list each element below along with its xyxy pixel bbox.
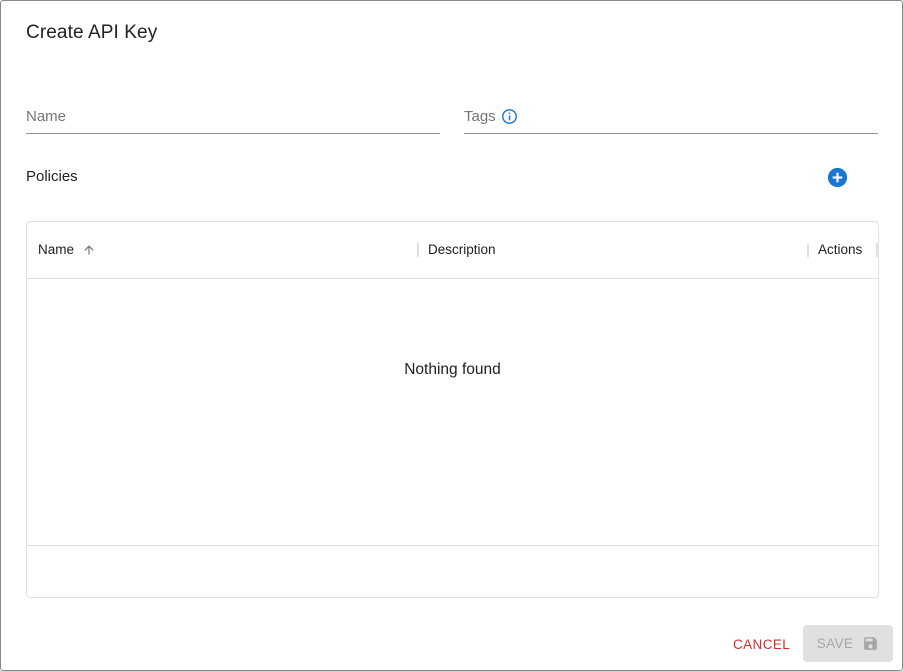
name-input[interactable]: [26, 101, 444, 135]
policies-table: Name Description Actions Nothing found: [26, 221, 879, 598]
column-actions-label: Actions: [818, 242, 863, 257]
column-description-label: Description: [428, 242, 496, 257]
cancel-button[interactable]: CANCEL: [723, 626, 800, 662]
column-separator[interactable]: [807, 243, 809, 257]
dialog-title: Create API Key: [26, 22, 158, 43]
name-field[interactable]: Name: [26, 101, 444, 135]
column-header-description[interactable]: Description: [428, 242, 496, 257]
column-name-label: Name: [38, 242, 75, 257]
save-button-label: SAVE: [816, 636, 854, 651]
tags-field[interactable]: Tags: [464, 101, 882, 135]
create-api-key-dialog: Create API Key Name Tags Policies Name D…: [0, 0, 903, 671]
column-header-name[interactable]: Name: [38, 242, 96, 257]
empty-state-message: Nothing found: [404, 361, 501, 378]
tags-input[interactable]: [464, 101, 882, 135]
table-header: Name Description Actions: [27, 222, 878, 279]
policies-label: Policies: [26, 168, 78, 185]
column-header-actions: Actions: [818, 242, 862, 257]
table-footer: [27, 545, 878, 598]
floppy-disk-icon: [864, 637, 878, 650]
add-policy-icon[interactable]: [827, 167, 848, 188]
column-separator[interactable]: [417, 243, 419, 257]
arrow-up-icon[interactable]: [82, 243, 96, 257]
save-button[interactable]: SAVE: [803, 625, 893, 662]
column-separator[interactable]: [876, 243, 878, 257]
